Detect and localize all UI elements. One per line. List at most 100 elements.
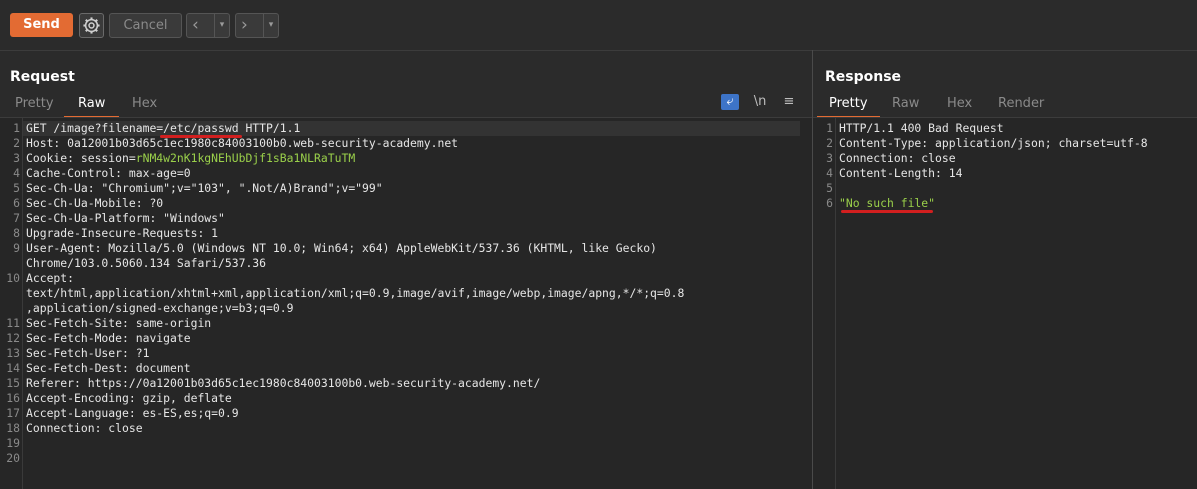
code-line[interactable]: 14 Sec-Fetch-Dest: document: [0, 361, 800, 376]
line-segment: Accept:: [26, 271, 75, 285]
code-line[interactable]: 7 Sec-Ch-Ua-Platform: "Windows": [0, 211, 800, 226]
line-number: 10: [6, 271, 20, 285]
code-line[interactable]: 20: [0, 451, 800, 466]
line-number: 11: [6, 316, 20, 330]
line-number: 3: [13, 151, 20, 165]
code-line[interactable]: 3 Connection: close: [813, 151, 1197, 166]
code-line[interactable]: 18 Connection: close: [0, 421, 800, 436]
line-segment: Accept-Language: es-ES,es;q=0.9: [26, 406, 239, 420]
forward-dropdown-icon[interactable]: ▾: [263, 14, 278, 37]
string-value: rNM4w2nK1kgNEhUbDjf1sBa1NLRaTuTM: [135, 151, 356, 165]
code-line[interactable]: 1 HTTP/1.1 400 Bad Request: [813, 121, 1197, 136]
line-number: 6: [826, 196, 833, 210]
line-segment: Content-Length: 14: [839, 166, 963, 180]
line-number: 17: [6, 406, 20, 420]
line-text: Sec-Ch-Ua-Mobile: ?0: [26, 196, 163, 211]
line-text: Host: 0a12001b03d65c1ec1980c84003100b0.w…: [26, 136, 458, 151]
code-line[interactable]: text/html,application/xhtml+xml,applicat…: [0, 286, 800, 301]
back-arrow-icon[interactable]: ‹: [192, 14, 208, 37]
response-tab-raw[interactable]: Raw: [892, 94, 919, 116]
line-number: 14: [6, 361, 20, 375]
line-segment: Sec-Fetch-Dest: document: [26, 361, 191, 375]
line-segment: Accept-Encoding: gzip, deflate: [26, 391, 232, 405]
line-text: Accept-Language: es-ES,es;q=0.9: [26, 406, 239, 421]
menu-icon[interactable]: ≡: [780, 94, 798, 110]
line-number: 2: [13, 136, 20, 150]
code-line[interactable]: 5 Sec-Ch-Ua: "Chromium";v="103", ".Not/A)…: [0, 181, 800, 196]
cancel-button[interactable]: Cancel: [109, 13, 182, 38]
line-number: 9: [13, 241, 20, 255]
code-line[interactable]: 2 Host: 0a12001b03d65c1ec1980c84003100b0.…: [0, 136, 800, 151]
filename-param-value: /etc/passwd: [163, 121, 239, 135]
line-text: Cookie: session=rNM4w2nK1kgNEhUbDjf1sBa1…: [26, 151, 355, 166]
line-text: GET /image?filename=/etc/passwd HTTP/1.1: [26, 121, 300, 136]
code-line[interactable]: 10 Accept:: [0, 271, 800, 286]
line-segment: Referer: https://0a12001b03d65c1ec1980c8…: [26, 376, 541, 390]
line-segment: Sec-Fetch-Site: same-origin: [26, 316, 212, 330]
line-text: Sec-Fetch-Site: same-origin: [26, 316, 211, 331]
code-line[interactable]: 4 Content-Length: 14: [813, 166, 1197, 181]
string-value: "No such file": [839, 196, 936, 210]
request-tab-raw[interactable]: Raw: [64, 94, 120, 118]
code-line[interactable]: 9 User-Agent: Mozilla/5.0 (Windows NT 10.…: [0, 241, 800, 256]
back-nav-group[interactable]: ‹ ▾: [186, 13, 230, 38]
request-tab-hex[interactable]: Hex: [132, 94, 157, 116]
line-text: Cache-Control: max-age=0: [26, 166, 191, 181]
code-line[interactable]: ,application/signed-exchange;v=b3;q=0.9: [0, 301, 800, 316]
response-tab-pretty[interactable]: Pretty: [817, 94, 880, 118]
forward-nav-group[interactable]: › ▾: [235, 13, 279, 38]
code-line[interactable]: 3 Cookie: session=rNM4w2nK1kgNEhUbDjf1sBa…: [0, 151, 800, 166]
line-segment: HTTP/1.1: [238, 121, 301, 135]
code-line[interactable]: 11 Sec-Fetch-Site: same-origin: [0, 316, 800, 331]
code-line[interactable]: 8 Upgrade-Insecure-Requests: 1: [0, 226, 800, 241]
line-segment: HTTP/1.1 400 Bad Request: [839, 121, 1004, 135]
back-dropdown-icon[interactable]: ▾: [214, 14, 229, 37]
line-segment: User-Agent: Mozilla/5.0 (Windows NT 10.0…: [26, 241, 657, 255]
request-editor[interactable]: 1 GET /image?filename=/etc/passwd HTTP/1.…: [0, 117, 812, 489]
code-line[interactable]: 19: [0, 436, 800, 451]
line-text: ,application/signed-exchange;v=b3;q=0.9: [26, 301, 293, 316]
response-tab-hex[interactable]: Hex: [947, 94, 972, 116]
code-line[interactable]: 1 GET /image?filename=/etc/passwd HTTP/1.…: [0, 121, 800, 136]
code-line[interactable]: 16 Accept-Encoding: gzip, deflate: [0, 391, 800, 406]
line-text: Sec-Fetch-User: ?1: [26, 346, 149, 361]
code-line[interactable]: 2 Content-Type: application/json; charset…: [813, 136, 1197, 151]
response-title: Response: [825, 69, 902, 85]
code-line[interactable]: 17 Accept-Language: es-ES,es;q=0.9: [0, 406, 800, 421]
line-text: Accept-Encoding: gzip, deflate: [26, 391, 232, 406]
line-number: 16: [6, 391, 20, 405]
line-segment: GET /image?filename=: [26, 121, 164, 135]
code-line[interactable]: 5: [813, 181, 1197, 196]
word-wrap-icon[interactable]: ⤶: [721, 94, 739, 110]
line-number: 3: [826, 151, 833, 165]
code-line[interactable]: 6 Sec-Ch-Ua-Mobile: ?0: [0, 196, 800, 211]
line-text: Content-Type: application/json; charset=…: [839, 136, 1148, 151]
send-button[interactable]: Send: [10, 13, 73, 37]
response-editor[interactable]: 1 HTTP/1.1 400 Bad Request 2 Content-Type: …: [813, 117, 1197, 489]
line-number: 8: [13, 226, 20, 240]
code-line[interactable]: 6 "No such file": [813, 196, 1197, 211]
code-line[interactable]: 4 Cache-Control: max-age=0: [0, 166, 800, 181]
forward-arrow-icon[interactable]: ›: [241, 14, 257, 37]
line-segment: Connection: close: [839, 151, 956, 165]
response-tabs: Pretty Raw Hex Render: [813, 94, 1197, 118]
line-segment: Content-Type: application/json; charset=…: [839, 136, 1148, 150]
settings-gear-button[interactable]: [79, 13, 104, 38]
gear-icon: [83, 17, 100, 34]
line-text: Sec-Fetch-Mode: navigate: [26, 331, 191, 346]
line-text: Chrome/103.0.5060.134 Safari/537.36: [26, 256, 266, 271]
response-tab-render[interactable]: Render: [998, 94, 1044, 116]
line-text: Sec-Ch-Ua-Platform: "Windows": [26, 211, 225, 226]
code-line[interactable]: Chrome/103.0.5060.134 Safari/537.36: [0, 256, 800, 271]
line-text: Content-Length: 14: [839, 166, 962, 181]
show-newlines-icon[interactable]: \n: [751, 94, 769, 110]
code-line[interactable]: 15 Referer: https://0a12001b03d65c1ec1980…: [0, 376, 800, 391]
request-tab-pretty[interactable]: Pretty: [15, 94, 54, 116]
code-line[interactable]: 12 Sec-Fetch-Mode: navigate: [0, 331, 800, 346]
line-number: 2: [826, 136, 833, 150]
line-number: 12: [6, 331, 20, 345]
line-segment: Sec-Ch-Ua-Platform: "Windows": [26, 211, 225, 225]
line-text: User-Agent: Mozilla/5.0 (Windows NT 10.0…: [26, 241, 657, 256]
code-line[interactable]: 13 Sec-Fetch-User: ?1: [0, 346, 800, 361]
line-number: 5: [826, 181, 833, 195]
